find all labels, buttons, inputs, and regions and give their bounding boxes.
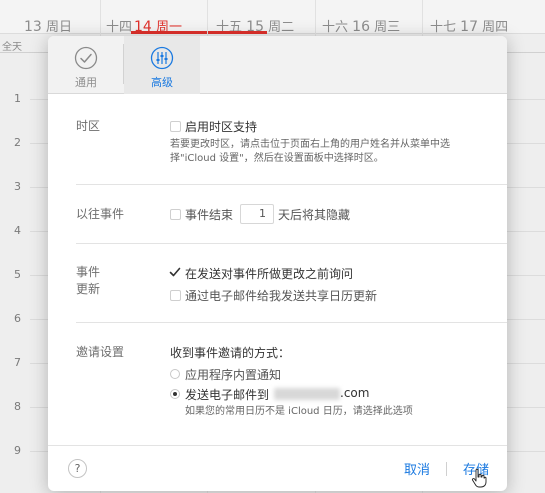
- event-updates-label-line2: 更新: [76, 282, 101, 296]
- in-app-notification-radio[interactable]: [170, 369, 180, 379]
- past-events-days-input[interactable]: 1: [240, 204, 274, 224]
- hour-label: 4: [14, 224, 21, 237]
- checkmark-icon[interactable]: [169, 266, 181, 278]
- ask-before-sending-option: 在发送对事件所做更改之前询问: [185, 267, 354, 281]
- section-divider: [76, 243, 507, 244]
- timezone-note-line1: 若要更改时区，请点击位于页面右上角的用户姓名并从菜单中选: [170, 139, 450, 150]
- day-weekday: 周二: [268, 20, 295, 35]
- tab-label: 通用: [75, 76, 97, 89]
- day-header[interactable]: 十六 16 周三: [322, 16, 400, 35]
- email-updates-checkbox[interactable]: [170, 290, 181, 301]
- sliders-icon: [150, 46, 174, 70]
- day-number: 13: [24, 19, 42, 35]
- timezone-label: 时区: [76, 119, 101, 133]
- past-events-prefix: 事件结束: [185, 208, 234, 222]
- today-indicator: [131, 31, 267, 34]
- day-lunar: 十六: [322, 20, 349, 35]
- hour-label: 2: [14, 136, 21, 149]
- all-day-label: 全天: [2, 42, 22, 53]
- timezone-note-line2: 择"iCloud 设置"，然后在设置面板中选择时区。: [170, 153, 384, 164]
- tab-advanced[interactable]: 高级: [124, 36, 200, 94]
- cancel-button[interactable]: 取消: [404, 459, 430, 478]
- day-weekday: 周三: [374, 20, 401, 35]
- email-updates-option: 通过电子邮件给我发送共享日历更新: [185, 289, 378, 303]
- hour-label: 1: [14, 92, 21, 105]
- hour-label: 9: [14, 444, 21, 457]
- section-divider: [76, 322, 507, 323]
- day-header[interactable]: 十七 17 周四: [430, 16, 508, 35]
- button-separator: [446, 462, 447, 476]
- hour-label: 7: [14, 356, 21, 369]
- email-radio[interactable]: [170, 389, 180, 399]
- day-header[interactable]: 十四: [106, 16, 132, 35]
- day-number: 17: [460, 19, 478, 35]
- past-events-label: 以往事件: [76, 207, 125, 221]
- hour-label: 5: [14, 268, 21, 281]
- past-events-checkbox[interactable]: [170, 209, 181, 220]
- email-domain: .com: [340, 386, 370, 400]
- redacted-email-address: [274, 388, 340, 400]
- timezone-checkbox[interactable]: [170, 121, 181, 132]
- invitations-heading: 收到事件邀请的方式：: [170, 346, 291, 360]
- day-weekday: 周日: [45, 20, 72, 35]
- hand-cursor-icon: [471, 468, 487, 488]
- day-lunar: 十七: [430, 20, 457, 35]
- in-app-notification-option: 应用程序内置通知: [185, 368, 282, 382]
- invitations-label: 邀请设置: [76, 345, 125, 359]
- email-option-prefix: 发送电子邮件到: [185, 388, 270, 402]
- hour-label: 6: [14, 312, 21, 325]
- past-events-suffix: 天后将其隐藏: [278, 208, 351, 222]
- email-option-note: 如果您的常用日历不是 iCloud 日历，请选择此选项: [185, 406, 413, 417]
- checkmark-circle-icon: [74, 46, 98, 70]
- event-updates-label-line1: 事件: [76, 265, 101, 279]
- day-number: 16: [352, 19, 370, 35]
- tab-bar: 通用 高级: [48, 36, 507, 94]
- tab-label: 高级: [151, 76, 173, 89]
- timezone-option: 启用时区支持: [185, 120, 258, 134]
- footer-divider: [48, 445, 507, 446]
- day-weekday: 周四: [482, 20, 509, 35]
- help-button[interactable]: ?: [68, 459, 87, 478]
- tab-general[interactable]: 通用: [48, 36, 124, 94]
- hour-label: 3: [14, 180, 21, 193]
- day-lunar: 十四: [106, 20, 133, 35]
- preferences-dialog: 通用 高级 时区 启用时区支持 若要更改时区，请点击位于页面右上角的用户姓名并从…: [48, 36, 507, 491]
- section-divider: [76, 184, 507, 185]
- day-header[interactable]: 13 周日: [24, 16, 72, 35]
- hour-label: 8: [14, 400, 21, 413]
- email-option: 发送电子邮件到: [185, 386, 269, 403]
